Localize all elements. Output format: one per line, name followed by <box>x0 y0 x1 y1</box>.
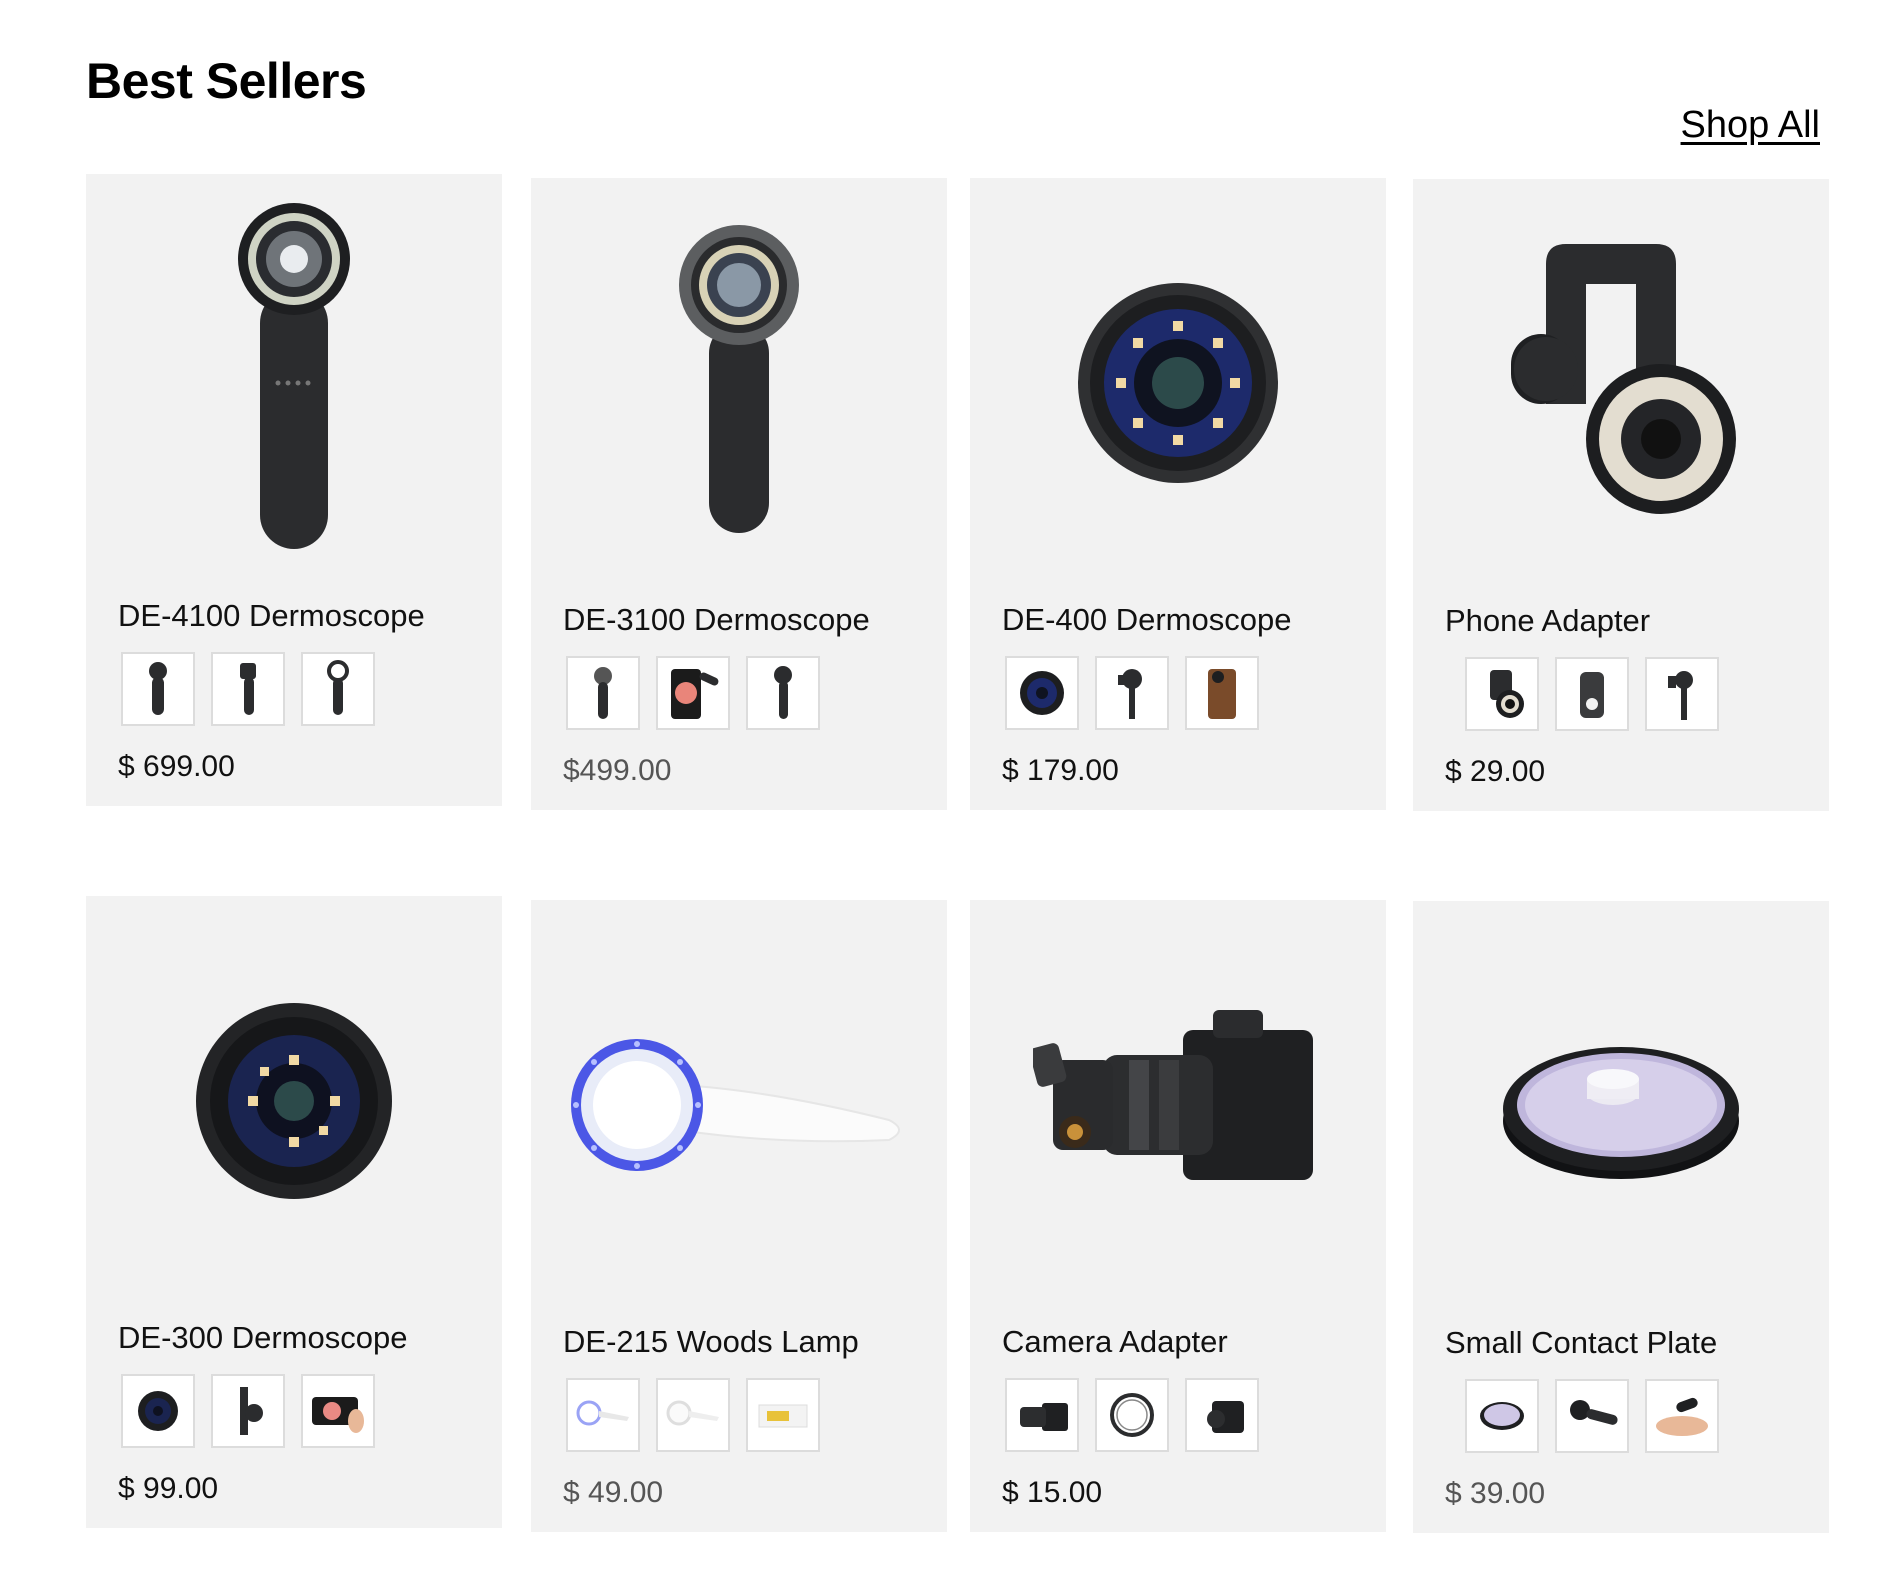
product-image[interactable] <box>970 178 1386 588</box>
plate-in-use-thumb <box>1656 1397 1708 1436</box>
product-card[interactable]: DE-215 Woods Lamp $ 49.00 <box>531 900 947 1532</box>
product-name[interactable]: DE-215 Woods Lamp <box>563 1324 859 1360</box>
product-image[interactable] <box>86 896 502 1306</box>
product-card[interactable]: DE-300 Dermoscope $ 99.00 <box>86 896 502 1528</box>
product-name[interactable]: DE-4100 Dermoscope <box>118 598 425 634</box>
adapter-clip-thumb <box>1668 671 1693 720</box>
dermoscope-front-thumb <box>594 667 612 719</box>
product-image[interactable] <box>970 900 1386 1310</box>
thumbnail-strip <box>121 1374 375 1448</box>
dermoscope-side-thumb <box>240 663 256 715</box>
product-name[interactable]: DE-400 Dermoscope <box>1002 602 1291 638</box>
product-image[interactable] <box>531 900 947 1310</box>
thumbnail[interactable] <box>1465 657 1539 731</box>
thumbnail-strip <box>1005 656 1259 730</box>
thumbnail-strip <box>566 1378 820 1452</box>
product-card[interactable]: DE-4100 Dermoscope $ 699.00 <box>86 174 502 806</box>
thumbnail[interactable] <box>746 1378 820 1452</box>
thumbnail-strip <box>1465 1379 1719 1453</box>
lens-front-thumb <box>138 1391 178 1431</box>
thumbnail[interactable] <box>121 652 195 726</box>
phone-skin-image-thumb <box>312 1397 364 1433</box>
phone-skin-image-thumb <box>671 669 719 719</box>
lens-ring-light-icon <box>1078 283 1278 483</box>
shop-all-link[interactable]: Shop All <box>1681 104 1820 147</box>
thumbnail-strip <box>566 656 820 730</box>
product-card[interactable]: Phone Adapter $ 29.00 <box>1413 179 1829 811</box>
product-card[interactable]: Camera Adapter $ 15.00 <box>970 900 1386 1532</box>
thumbnail[interactable] <box>211 652 285 726</box>
product-price: $ 49.00 <box>563 1476 664 1509</box>
product-image[interactable] <box>86 174 502 584</box>
phone-clip-adapter-icon <box>1511 244 1736 514</box>
thumbnail[interactable] <box>1095 656 1169 730</box>
handheld-dermoscope-icon <box>238 203 350 549</box>
woods-lamp-box-thumb <box>758 1404 808 1428</box>
product-name[interactable]: Camera Adapter <box>1002 1324 1228 1360</box>
contact-plate-thumb <box>1480 1402 1524 1430</box>
camera-body-thumb <box>1207 1401 1244 1433</box>
adapter-ring-thumb <box>1110 1393 1154 1437</box>
product-name[interactable]: Phone Adapter <box>1445 603 1650 639</box>
product-name[interactable]: Small Contact Plate <box>1445 1325 1717 1361</box>
thumbnail-strip <box>1005 1378 1259 1452</box>
thumbnail[interactable] <box>1645 657 1719 731</box>
product-price: $ 179.00 <box>1002 754 1119 787</box>
product-card[interactable]: DE-400 Dermoscope $ 179.00 <box>970 178 1386 810</box>
lens-on-phone-thumb <box>1208 669 1236 719</box>
plate-on-dermoscope-thumb <box>1570 1400 1618 1425</box>
product-name[interactable]: DE-3100 Dermoscope <box>563 602 870 638</box>
thumbnail[interactable] <box>1095 1378 1169 1452</box>
product-image[interactable] <box>1413 179 1829 589</box>
thumbnail[interactable] <box>656 656 730 730</box>
thumbnail[interactable] <box>566 656 640 730</box>
product-price: $ 699.00 <box>118 750 235 783</box>
thumbnail[interactable] <box>1005 1378 1079 1452</box>
product-price: $499.00 <box>563 754 672 787</box>
camera-adapter-thumb <box>1020 1403 1068 1431</box>
woods-lamp-icon <box>571 1039 900 1171</box>
handheld-dermoscope-icon <box>679 225 799 533</box>
lens-front-thumb <box>1020 671 1064 715</box>
page-title: Best Sellers <box>86 53 367 109</box>
thumbnail[interactable] <box>656 1378 730 1452</box>
product-card[interactable]: DE-3100 Dermoscope $499.00 <box>531 178 947 810</box>
product-name[interactable]: DE-300 Dermoscope <box>118 1320 407 1356</box>
thumbnail[interactable] <box>1555 1379 1629 1453</box>
thumbnail[interactable] <box>211 1374 285 1448</box>
lens-on-clip-thumb <box>240 1387 263 1435</box>
adapter-with-lens-thumb <box>1490 670 1524 718</box>
thumbnail[interactable] <box>121 1374 195 1448</box>
thumbnail[interactable] <box>301 1374 375 1448</box>
product-price: $ 99.00 <box>118 1472 219 1505</box>
dermoscope-angled-thumb <box>774 666 792 719</box>
adapter-plate-thumb <box>1580 672 1604 718</box>
thumbnail-strip <box>121 652 375 726</box>
thumbnail[interactable] <box>1465 1379 1539 1453</box>
product-image[interactable] <box>1413 901 1829 1311</box>
contact-plate-icon <box>1503 1047 1739 1179</box>
lens-ring-light-icon <box>196 1003 392 1199</box>
thumbnail[interactable] <box>746 656 820 730</box>
product-price: $ 39.00 <box>1445 1477 1546 1510</box>
thumbnail[interactable] <box>1645 1379 1719 1453</box>
thumbnail[interactable] <box>1005 656 1079 730</box>
thumbnail[interactable] <box>301 652 375 726</box>
product-image[interactable] <box>531 178 947 588</box>
product-price: $ 15.00 <box>1002 1476 1103 1509</box>
product-card[interactable]: Small Contact Plate $ 39.00 <box>1413 901 1829 1533</box>
product-price: $ 29.00 <box>1445 755 1546 788</box>
thumbnail[interactable] <box>1185 656 1259 730</box>
camera-with-adapter-icon <box>1033 1010 1313 1180</box>
lens-on-clip-thumb <box>1118 669 1142 719</box>
thumbnail[interactable] <box>1185 1378 1259 1452</box>
dermoscope-front-thumb <box>149 662 167 715</box>
woods-lamp-white-thumb <box>666 1400 719 1426</box>
thumbnail-strip <box>1465 657 1719 731</box>
thumbnail[interactable] <box>566 1378 640 1452</box>
dermoscope-back-thumb <box>327 660 349 715</box>
thumbnail[interactable] <box>1555 657 1629 731</box>
woods-lamp-uv-thumb <box>576 1400 629 1426</box>
